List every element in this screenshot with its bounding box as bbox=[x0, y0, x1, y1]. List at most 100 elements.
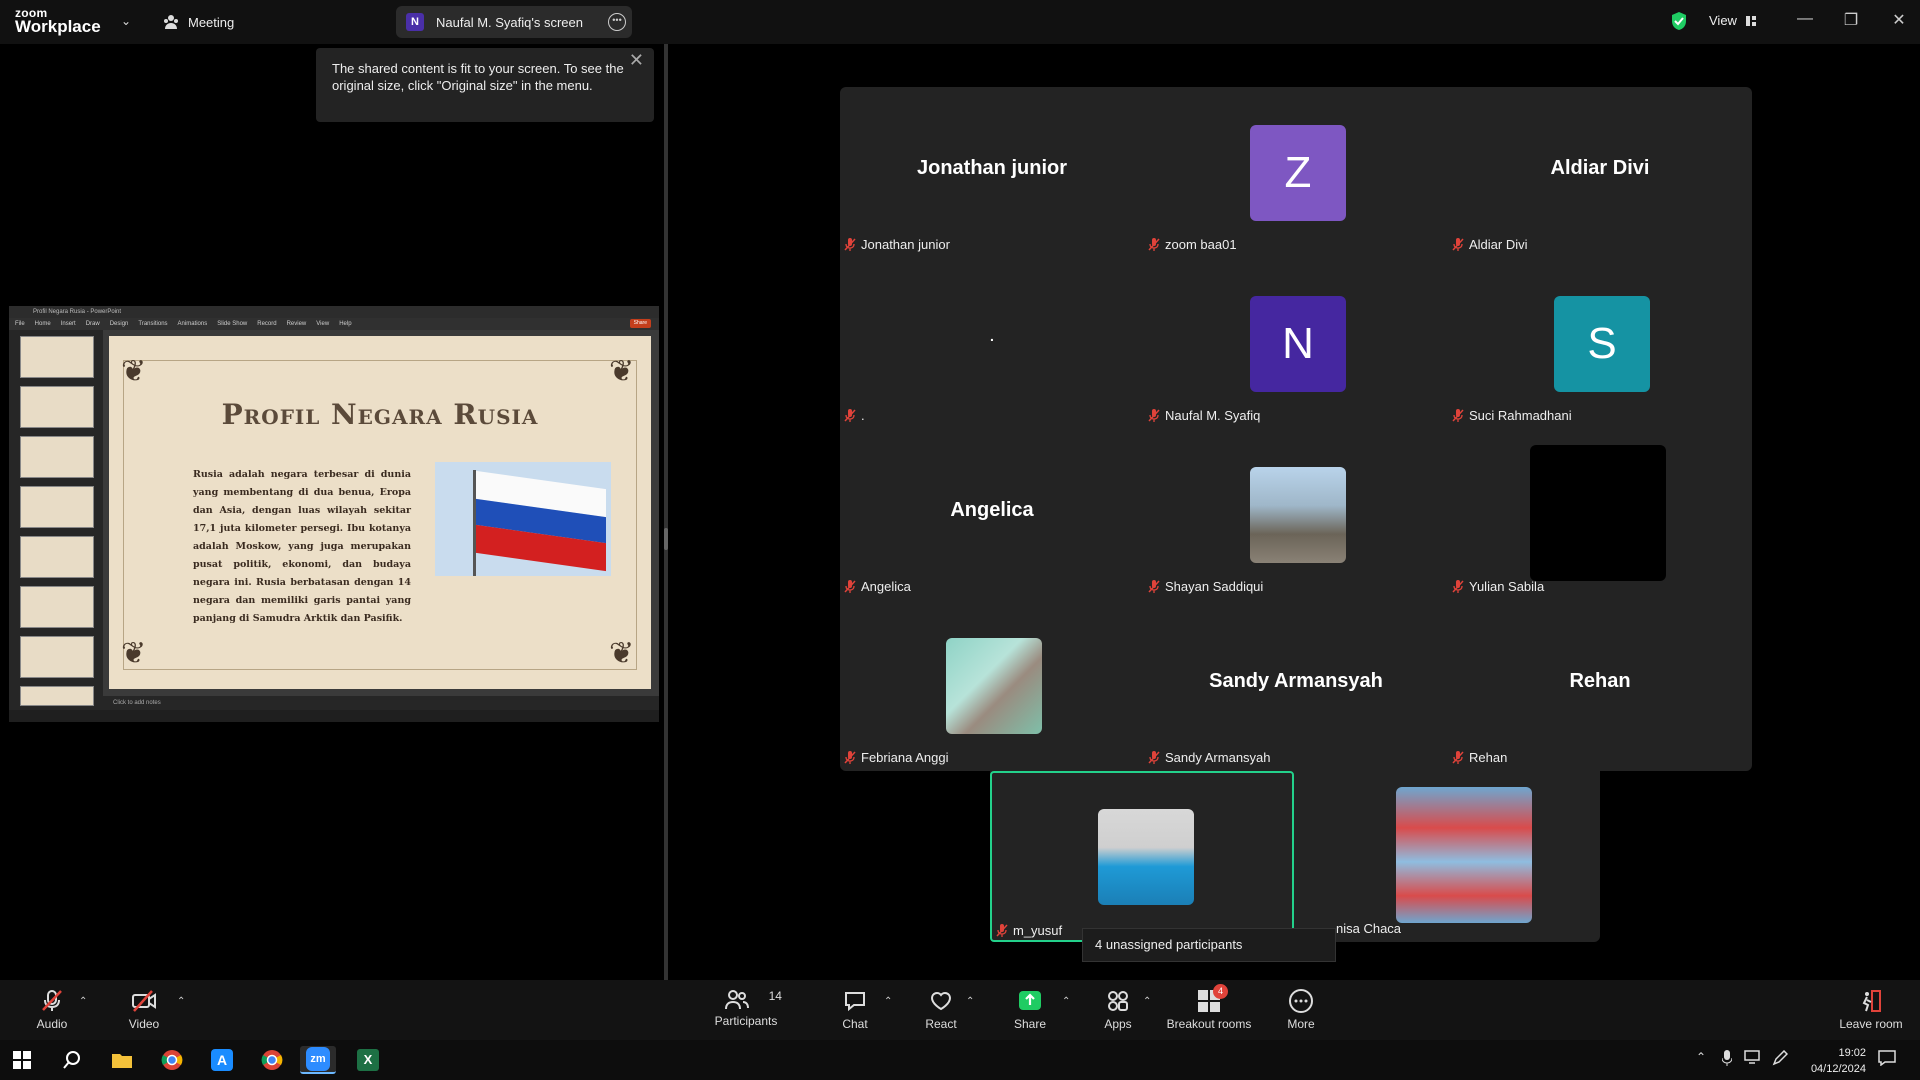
participant-tile[interactable]: Yulian Sabila bbox=[1448, 429, 1752, 600]
mic-muted-icon bbox=[42, 990, 62, 1011]
participant-nameplate: Sandy Armansyah bbox=[1148, 748, 1271, 766]
participant-tile[interactable]: Zzoom baa01 bbox=[1144, 87, 1448, 258]
chevron-down-icon[interactable]: ⌄ bbox=[121, 14, 131, 28]
video-options-caret[interactable]: ⌃ bbox=[177, 996, 185, 1007]
ornament-icon: ❦ bbox=[609, 355, 635, 388]
share-options-caret[interactable]: ⌃ bbox=[1062, 996, 1070, 1007]
participant-video-black bbox=[1530, 445, 1666, 581]
meeting-button[interactable]: Meeting bbox=[162, 12, 234, 32]
video-button[interactable]: Video bbox=[122, 988, 166, 1031]
zoom-app-icon[interactable]: zm bbox=[300, 1046, 336, 1074]
participant-name: Yulian Sabila bbox=[1469, 578, 1545, 594]
leave-room-button[interactable]: Leave room bbox=[1838, 988, 1904, 1031]
audio-button[interactable]: Audio bbox=[30, 988, 74, 1031]
participant-nameplate: Rehan bbox=[1452, 748, 1507, 766]
tray-chevron-icon[interactable]: ⌃ bbox=[1696, 1050, 1706, 1064]
restore-icon[interactable]: ❐ bbox=[1836, 10, 1866, 30]
windows-taskbar: A zm X ⌃ 19:02 04/12/2024 bbox=[0, 1040, 1920, 1080]
mic-muted-icon bbox=[1452, 408, 1464, 422]
participant-nameplate: Febriana Anggi bbox=[844, 748, 948, 766]
participant-tile[interactable]: Rehan Rehan bbox=[1448, 600, 1752, 771]
breakout-rooms-button[interactable]: 4 Breakout rooms bbox=[1166, 984, 1252, 1031]
participant-tile[interactable]: Aldiar Divi Aldiar Divi bbox=[1448, 87, 1752, 258]
apps-label: Apps bbox=[1104, 1017, 1132, 1031]
mic-muted-icon bbox=[844, 408, 856, 422]
tooltip-text: The shared content is fit to your screen… bbox=[332, 61, 624, 93]
more-label: More bbox=[1287, 1017, 1315, 1031]
meeting-toolbar: Audio ⌃ Video ⌃ 14 Participants Chat ⌃ R… bbox=[0, 980, 1920, 1040]
more-button[interactable]: More bbox=[1284, 988, 1318, 1031]
share-button[interactable]: Share bbox=[1010, 988, 1050, 1031]
minimize-icon[interactable]: — bbox=[1790, 10, 1820, 28]
slide-thumbnails bbox=[9, 330, 103, 710]
taskbar-clock[interactable]: 19:02 04/12/2024 bbox=[1796, 1045, 1866, 1077]
tray-mic-icon[interactable] bbox=[1721, 1050, 1733, 1069]
shared-screen[interactable]: Profil Negara Rusia - PowerPoint File Ho… bbox=[9, 306, 659, 722]
participant-name: Jonathan junior bbox=[861, 236, 950, 252]
participant-tile[interactable]: .. bbox=[840, 258, 1144, 429]
participant-video-photo bbox=[1250, 467, 1346, 563]
split-divider[interactable] bbox=[664, 44, 668, 980]
slide-title: Profil Negara Rusia bbox=[221, 398, 539, 431]
participant-tile[interactable]: N Naufal M. Syafiq bbox=[1144, 258, 1448, 429]
encryption-shield-icon[interactable] bbox=[1670, 11, 1688, 31]
participant-name: Aldiar Divi bbox=[1469, 236, 1528, 252]
slide-thumbnail bbox=[20, 586, 94, 628]
pen-icon[interactable] bbox=[1772, 1049, 1789, 1069]
search-icon[interactable] bbox=[54, 1046, 90, 1074]
participant-tile[interactable]: Sandy Armansyah Sandy Armansyah bbox=[1144, 600, 1448, 771]
participant-nameplate: Yulian Sabila bbox=[1452, 577, 1544, 595]
ppt-share-button: Share bbox=[629, 319, 651, 328]
ppt-ribbon: File Home Insert Draw Design Transitions… bbox=[9, 318, 659, 330]
participants-button[interactable]: 14 Participants bbox=[710, 988, 782, 1028]
participant-tile[interactable]: nisa Chaca bbox=[1294, 771, 1598, 942]
participant-nameplate: Jonathan junior bbox=[844, 235, 950, 253]
participant-name: zoom baa01 bbox=[1165, 236, 1237, 252]
current-slide: ❦ ❦ ❦ ❦ Profil Negara Rusia Rusia adalah… bbox=[109, 336, 651, 689]
participant-tile[interactable]: Angelica Angelica bbox=[840, 429, 1144, 600]
participant-tile[interactable]: Shayan Saddiqui bbox=[1144, 429, 1448, 600]
mic-muted-icon bbox=[1148, 750, 1160, 764]
react-options-caret[interactable]: ⌃ bbox=[966, 996, 974, 1007]
divider-handle[interactable] bbox=[664, 528, 668, 550]
audio-options-caret[interactable]: ⌃ bbox=[79, 996, 87, 1007]
close-icon[interactable]: ✕ bbox=[629, 51, 644, 69]
chat-options-caret[interactable]: ⌃ bbox=[884, 996, 892, 1007]
mic-muted-icon bbox=[1452, 750, 1464, 764]
screen-share-label: Naufal M. Syafiq's screen bbox=[436, 14, 583, 30]
participant-tile[interactable]: m_yusuf bbox=[990, 771, 1294, 942]
participant-tile[interactable]: Jonathan junior Jonathan junior bbox=[840, 87, 1144, 258]
participant-video-photo bbox=[1396, 787, 1532, 923]
participant-name: Sandy Armansyah bbox=[1165, 749, 1271, 765]
screen-share-pill[interactable]: N Naufal M. Syafiq's screen ••• bbox=[396, 6, 632, 38]
close-window-icon[interactable]: ✕ bbox=[1884, 10, 1914, 30]
network-icon[interactable] bbox=[1744, 1050, 1762, 1067]
participant-tile[interactable]: S Suci Rahmadhani bbox=[1448, 258, 1752, 429]
view-button[interactable]: View bbox=[1709, 13, 1757, 28]
excel-icon[interactable]: X bbox=[350, 1046, 386, 1074]
participant-nameplate: Shayan Saddiqui bbox=[1148, 577, 1263, 595]
slide-body: Rusia adalah negara terbesar di dunia ya… bbox=[193, 469, 411, 624]
chrome-icon[interactable] bbox=[154, 1046, 190, 1074]
windows-start-icon[interactable] bbox=[4, 1046, 40, 1074]
participant-display-name: Sandy Armansyah bbox=[1209, 670, 1383, 692]
notifications-icon[interactable] bbox=[1878, 1050, 1896, 1069]
participant-name: Febriana Anggi bbox=[861, 749, 949, 765]
chrome-profile-icon[interactable] bbox=[254, 1046, 290, 1074]
participant-nameplate: Angelica bbox=[844, 577, 911, 595]
react-button[interactable]: React bbox=[922, 988, 960, 1031]
app-store-icon[interactable]: A bbox=[204, 1046, 240, 1074]
participant-display-name: Angelica bbox=[950, 499, 1034, 521]
more-icon bbox=[1289, 989, 1313, 1013]
apps-button[interactable]: Apps bbox=[1100, 988, 1136, 1031]
russia-flag-image bbox=[435, 462, 611, 576]
chat-button[interactable]: Chat bbox=[838, 988, 872, 1031]
title-bar: zoom Workplace ⌄ Meeting N Naufal M. Sya… bbox=[0, 0, 1920, 44]
participant-tile[interactable]: Febriana Anggi bbox=[840, 600, 1144, 771]
clock-time: 19:02 bbox=[1838, 1047, 1866, 1059]
participant-name: Suci Rahmadhani bbox=[1469, 407, 1572, 423]
more-options-icon[interactable]: ••• bbox=[608, 13, 626, 31]
file-explorer-icon[interactable] bbox=[104, 1046, 140, 1074]
apps-options-caret[interactable]: ⌃ bbox=[1143, 996, 1151, 1007]
participant-video-photo bbox=[1098, 809, 1194, 905]
